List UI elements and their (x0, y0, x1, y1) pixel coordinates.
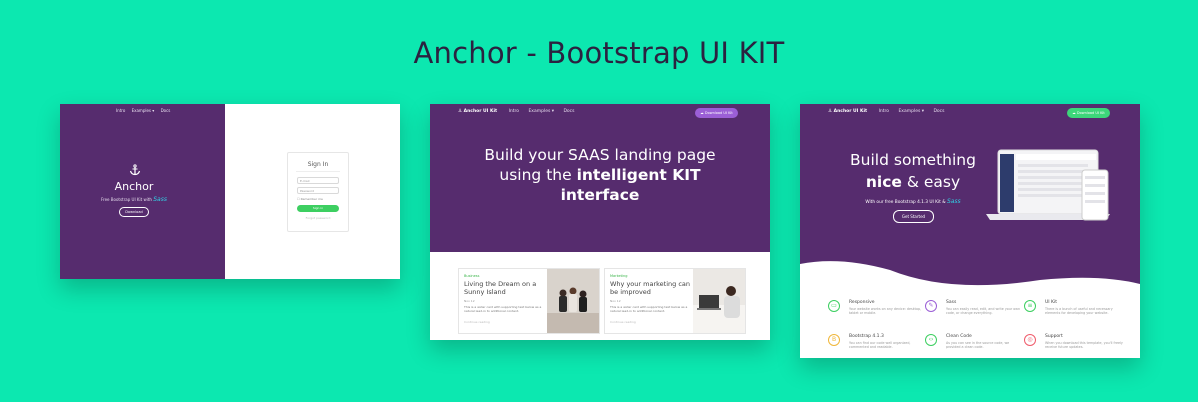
post-category: Business (464, 274, 480, 278)
download-button[interactable]: Download (119, 207, 149, 217)
landing-hero: ⚓ Anchor UI Kit Intro Examples ▾ Docs ☁ … (430, 104, 770, 252)
post-excerpt: This is a wider card with supporting tex… (464, 305, 542, 313)
password-field[interactable]: Password (297, 187, 339, 194)
cloud-icon: ☁ (700, 111, 704, 115)
get-started-button[interactable]: Get Started (893, 210, 934, 223)
brand-name: Anchor (114, 180, 154, 193)
feature-support: ◎ Support When you download this templat… (1024, 334, 1123, 358)
logo[interactable]: ⚓ Anchor UI Kit (828, 109, 867, 114)
post-date: Nov 12 (610, 299, 621, 303)
nav-link-intro[interactable]: Intro (509, 109, 519, 114)
cloud-icon: ☁ (1072, 111, 1076, 115)
email-field[interactable]: E-mail (297, 177, 339, 184)
sass-signature: Sass (946, 198, 961, 205)
brand-tagline: Free Bootstrap UI Kit with Sass (101, 196, 167, 203)
anchor-icon: ⚓ (458, 109, 463, 114)
lifebuoy-icon: ◎ (1024, 334, 1036, 346)
nav-link-examples[interactable]: Examples ▾ (898, 109, 924, 114)
nav-link-intro[interactable]: Intro (879, 109, 889, 114)
feature-responsive: ▭ Responsive Your website works on any d… (828, 300, 923, 326)
signin-brand-panel: Intro Examples ▾ Docs Anchor Free Bootst… (60, 104, 225, 279)
continue-reading-link[interactable]: Continue reading (610, 320, 636, 324)
post-excerpt: This is a wider card with supporting tex… (610, 305, 688, 313)
anchor-icon: ⚓ (828, 109, 833, 114)
sass-signature: Sass (153, 196, 167, 203)
nav-link-docs[interactable]: Docs (563, 109, 574, 114)
feature-clean-code: ‹› Clean Code As you can see in the sour… (925, 334, 1020, 358)
nav-link-docs[interactable]: Docs (933, 109, 944, 114)
landing-headline: Build your SAAS landing page using the i… (484, 146, 716, 204)
preview-landing[interactable]: ⚓ Anchor UI Kit Intro Examples ▾ Docs ☁ … (430, 104, 770, 340)
download-ui-kit-button[interactable]: ☁ Download UI Kit (695, 108, 738, 118)
post-date: Nov 12 (464, 299, 475, 303)
post-image-people (547, 269, 599, 333)
remember-checkbox[interactable]: ☐ Remember me (297, 197, 323, 201)
continue-reading-link[interactable]: Continue reading (464, 320, 490, 324)
nav-link-examples[interactable]: Examples ▾ (528, 109, 554, 114)
download-ui-kit-button[interactable]: ☁ Download UI Kit (1067, 108, 1110, 118)
features-nav: ⚓ Anchor UI Kit Intro Examples ▾ Docs (828, 109, 953, 114)
forgot-password-link[interactable]: Forgot password (288, 216, 348, 220)
layers-icon: ≡ (1024, 300, 1036, 312)
logo[interactable]: ⚓ Anchor UI Kit (458, 109, 497, 114)
nav-link-docs[interactable]: Docs (161, 108, 171, 113)
preview-features[interactable]: ⚓ Anchor UI Kit Intro Examples ▾ Docs ☁ … (800, 104, 1140, 358)
device-mockup-illustration (986, 149, 1110, 221)
feature-ui-kit: ≡ UI Kit There is a bunch of useful and … (1024, 300, 1119, 326)
post-category: Marketing (610, 274, 628, 278)
nav-link-intro[interactable]: Intro (116, 108, 125, 113)
signin-nav: Intro Examples ▾ Docs (116, 108, 175, 113)
bootstrap-icon: B (828, 334, 840, 346)
feature-bootstrap: B Bootstrap 4.1.3 You can find our code … (828, 334, 923, 358)
nav-link-examples[interactable]: Examples ▾ (132, 108, 155, 113)
signin-button[interactable]: Sign in (297, 205, 339, 212)
post-card[interactable]: Business Living the Dream on a Sunny Isl… (458, 268, 600, 334)
divider (296, 171, 340, 172)
post-image-laptop (693, 269, 745, 333)
page-title: Anchor - Bootstrap UI KIT (413, 36, 785, 70)
signin-title: Sign In (307, 161, 329, 168)
pencil-icon: ✎ (925, 300, 937, 312)
preview-signin[interactable]: Intro Examples ▾ Docs Anchor Free Bootst… (60, 104, 400, 279)
features-subtitle: With our free Bootstrap 4.1.3 UI Kit & S… (865, 198, 961, 205)
post-title[interactable]: Living the Dream on a Sunny Island (464, 280, 544, 296)
code-icon: ‹› (925, 334, 937, 346)
anchor-icon (128, 164, 142, 179)
feature-sass: ✎ Sass You can easily read, edit, and wr… (925, 300, 1020, 326)
signin-card: Sign In E-mail Password ☐ Remember me Si… (287, 152, 349, 232)
monitor-icon: ▭ (828, 300, 840, 312)
landing-nav: ⚓ Anchor UI Kit Intro Examples ▾ Docs (458, 109, 583, 114)
post-title[interactable]: Why your marketing can be improved (610, 280, 690, 296)
features-headline: Build something nice & easy (850, 151, 976, 191)
post-card[interactable]: Marketing Why your marketing can be impr… (604, 268, 746, 334)
